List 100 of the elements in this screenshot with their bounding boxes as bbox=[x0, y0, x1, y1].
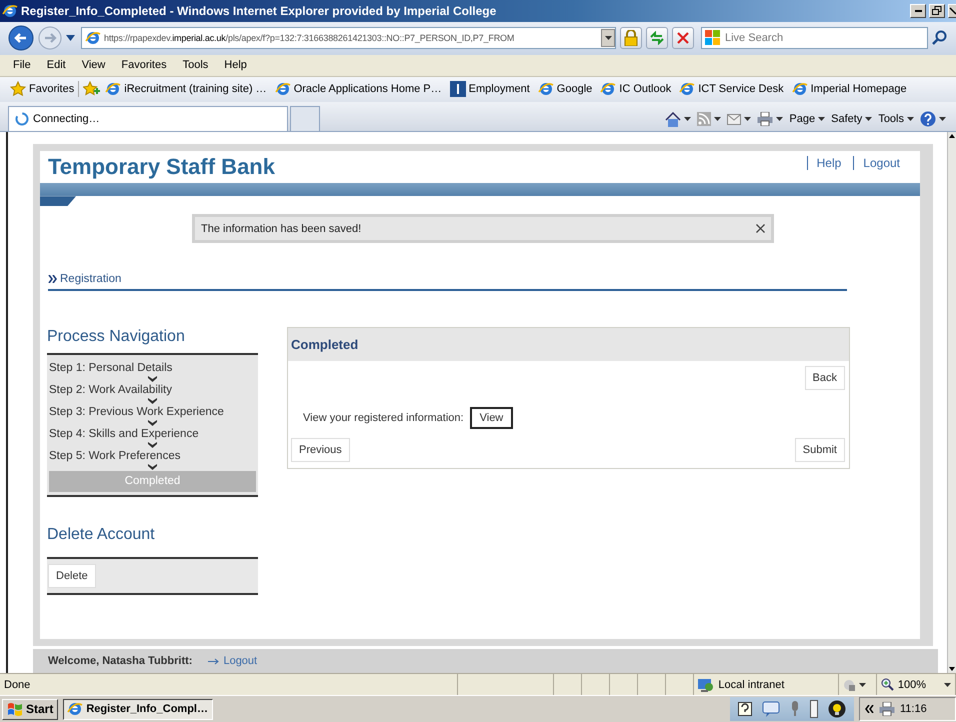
caret-icon bbox=[944, 682, 952, 687]
page-icon bbox=[792, 81, 808, 98]
window-title: Register_Info_Completed - Windows Internet Explorer provided by Imperial College bbox=[21, 4, 498, 18]
chevron-down-icon bbox=[148, 398, 157, 404]
command-menu[interactable]: Safety bbox=[831, 113, 872, 126]
chevron-down-icon bbox=[148, 376, 157, 382]
prompt-text: View your registered information: bbox=[303, 412, 464, 424]
welcome-text: Welcome, Natasha Tubbritt: bbox=[48, 655, 192, 668]
region-title: Completed bbox=[288, 328, 849, 362]
start-button[interactable]: Start bbox=[2, 698, 58, 720]
caret-icon bbox=[684, 117, 692, 122]
refresh-button[interactable] bbox=[646, 27, 668, 50]
page-icon bbox=[274, 81, 291, 98]
lock-button[interactable] bbox=[620, 27, 642, 50]
feeds-button[interactable] bbox=[697, 112, 722, 126]
printer-icon bbox=[757, 112, 774, 126]
section-heading: Delete Account bbox=[47, 526, 156, 546]
process-step[interactable]: Step 1: Personal Details bbox=[49, 361, 256, 376]
menu-item[interactable]: View bbox=[74, 59, 114, 72]
stop-button[interactable] bbox=[672, 27, 694, 50]
process-step[interactable]: Step 3: Previous Work Experience bbox=[49, 405, 256, 420]
chat-icon bbox=[762, 701, 780, 718]
expand-icon bbox=[865, 705, 874, 714]
command-menu[interactable]: Tools bbox=[878, 113, 914, 126]
breadcrumb: Registration bbox=[60, 273, 122, 286]
bulb-icon bbox=[828, 700, 846, 718]
favorite-link[interactable]: Oracle Applications Home P… bbox=[294, 83, 442, 96]
favorite-link[interactable]: Imperial Homepage bbox=[810, 83, 907, 96]
menu-item[interactable]: Favorites bbox=[113, 59, 175, 72]
taskbar-button[interactable]: Register_Info_Compl… bbox=[63, 698, 214, 720]
search-field[interactable]: Live Search bbox=[701, 27, 928, 50]
minimize-icon bbox=[914, 10, 922, 12]
menu-item[interactable]: Help bbox=[216, 59, 255, 72]
arrow-icon bbox=[208, 658, 220, 665]
print-button[interactable] bbox=[757, 112, 784, 126]
star-icon bbox=[10, 81, 26, 98]
favorite-link[interactable]: IC Outlook bbox=[619, 83, 672, 96]
header-accent bbox=[40, 196, 76, 206]
delete-button[interactable]: Delete bbox=[48, 564, 96, 588]
search-icon bbox=[932, 30, 948, 46]
browser-icon bbox=[67, 701, 84, 718]
process-step[interactable]: Step 5: Work Preferences bbox=[49, 449, 256, 464]
recent-pages-button[interactable] bbox=[66, 35, 75, 42]
close-button[interactable] bbox=[756, 224, 765, 234]
caret-icon bbox=[865, 117, 872, 122]
browser-tab[interactable]: Connecting… bbox=[8, 106, 288, 132]
printer-icon bbox=[879, 702, 895, 716]
scroll-down-icon bbox=[948, 665, 956, 674]
back-button[interactable] bbox=[8, 25, 34, 52]
restore-button[interactable] bbox=[929, 4, 945, 18]
caret-icon bbox=[744, 117, 752, 122]
chevron-down-icon bbox=[148, 442, 157, 448]
panel-icon bbox=[810, 700, 818, 718]
loading-icon bbox=[15, 112, 29, 126]
menu-item[interactable]: Edit bbox=[38, 59, 74, 72]
minimize-button[interactable] bbox=[910, 4, 926, 18]
favorite-link[interactable]: ICT Service Desk bbox=[698, 83, 784, 96]
header-link[interactable]: Logout bbox=[853, 156, 908, 170]
previous-button[interactable]: Previous bbox=[291, 438, 350, 462]
security-zone: Local intranet bbox=[718, 678, 784, 691]
command-menu[interactable]: Page bbox=[789, 113, 826, 126]
site-title: Temporary Staff Bank bbox=[48, 154, 275, 180]
favorites-button[interactable]: Favorites bbox=[10, 81, 80, 98]
logout-link[interactable]: Logout bbox=[208, 655, 258, 668]
restore-icon bbox=[932, 6, 942, 16]
status-text: Done bbox=[4, 678, 30, 691]
help-button[interactable] bbox=[920, 111, 946, 128]
home-button[interactable] bbox=[665, 112, 692, 127]
add-favorite-icon bbox=[83, 81, 102, 98]
close-icon bbox=[949, 6, 956, 15]
refresh-icon bbox=[649, 31, 665, 46]
favorite-link[interactable]: iRecruitment (training site) … bbox=[124, 83, 267, 96]
process-step[interactable]: Step 2: Work Availability bbox=[49, 383, 256, 398]
view-button[interactable]: View bbox=[470, 407, 514, 430]
zoom-icon bbox=[880, 678, 894, 692]
header-link[interactable]: Help bbox=[806, 156, 850, 170]
scrollbar[interactable] bbox=[947, 132, 956, 674]
chevron-down-icon bbox=[148, 464, 157, 470]
scroll-up-icon bbox=[948, 132, 956, 140]
submit-button[interactable]: Submit bbox=[794, 438, 845, 462]
search-button[interactable] bbox=[932, 30, 948, 46]
caret-icon bbox=[66, 35, 75, 42]
favorite-link[interactable]: Google bbox=[556, 83, 592, 96]
caret-icon bbox=[907, 117, 914, 122]
page-icon bbox=[679, 81, 696, 98]
message-text: The information has been saved! bbox=[201, 222, 362, 235]
favorite-link[interactable]: Employment bbox=[468, 83, 530, 96]
menu-item[interactable]: File bbox=[5, 59, 39, 72]
dropdown-button[interactable] bbox=[601, 29, 615, 48]
add-favorite-button[interactable] bbox=[83, 81, 102, 98]
menu-item[interactable]: Tools bbox=[174, 59, 216, 72]
flag-icon bbox=[705, 30, 721, 46]
chevron-down-icon bbox=[148, 420, 157, 426]
page-icon bbox=[105, 81, 122, 98]
mail-button[interactable] bbox=[727, 114, 752, 125]
network-icon bbox=[698, 678, 714, 692]
address-field[interactable]: https://rpapexdev.imperial.ac.uk/pls/apex/f?p=132:7:3166388261421303::NO::P7_PERSON_ID,P7_FROM bbox=[81, 27, 616, 50]
back-button[interactable]: Back bbox=[804, 366, 845, 390]
help-icon bbox=[920, 111, 936, 128]
process-step[interactable]: Step 4: Skills and Experience bbox=[49, 427, 256, 442]
